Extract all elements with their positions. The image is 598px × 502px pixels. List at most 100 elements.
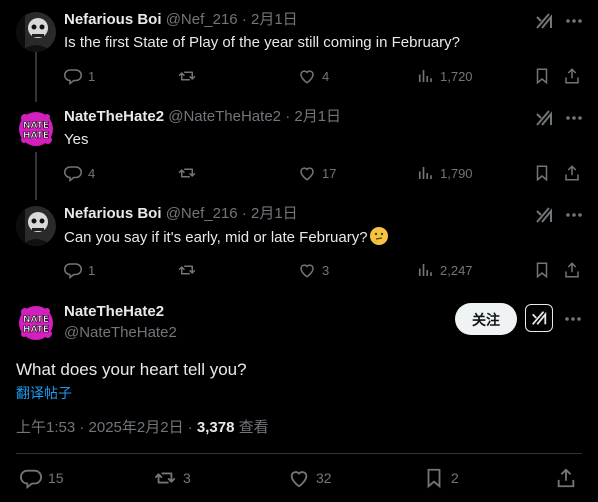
post-date[interactable]: 2月1日: [251, 205, 298, 222]
post-timestamp[interactable]: 上午1:53 · 2025年2月2日 ·: [16, 419, 197, 436]
heart-icon: [300, 167, 314, 181]
thinking-face-icon: [369, 227, 388, 245]
repost-button[interactable]: [177, 65, 203, 87]
views-count: 2,247: [440, 262, 473, 278]
views-button[interactable]: 2,247: [416, 259, 473, 281]
post-date[interactable]: 2月1日: [294, 108, 341, 125]
more-dots-icon[interactable]: [564, 108, 584, 128]
repost-icon: [178, 168, 196, 178]
svg-text:NATE: NATE: [23, 121, 49, 131]
bookmark-icon: [536, 262, 548, 279]
share-button[interactable]: [563, 259, 581, 281]
more-dots-icon[interactable]: [564, 11, 584, 31]
author-handle[interactable]: @Nef_216: [166, 11, 238, 28]
main-author-name[interactable]: NateTheHate2: [64, 302, 164, 322]
post-actions: 4 17 1,790: [64, 162, 582, 184]
avatar[interactable]: NATE HATE: [16, 303, 56, 343]
views-chart-icon: [418, 264, 432, 276]
post-header: Nefarious Boi @Nef_216 · 2月1日: [64, 10, 298, 30]
like-count: 17: [322, 165, 337, 181]
views-count: 3,378: [196, 419, 235, 436]
reply-icon: [64, 263, 82, 279]
post-text-content: Can you say if it's early, mid or late F…: [64, 229, 368, 246]
like-button[interactable]: 3: [298, 259, 329, 281]
repost-button[interactable]: 3: [153, 466, 191, 490]
like-count: 3: [322, 262, 330, 278]
avatar[interactable]: [16, 206, 56, 246]
reply-post[interactable]: NATE HATE NateTheHate2 @NateTheHate2 · 2…: [0, 97, 598, 194]
bookmark-count: 2: [451, 470, 459, 486]
post-meta: 上午1:53 · 2025年2月2日 · 3,378 查看: [16, 418, 269, 438]
views-count: 1,790: [440, 165, 473, 181]
post-header: Nefarious Boi @Nef_216 · 2月1日: [64, 204, 298, 224]
main-post-text: What does your heart tell you?: [16, 360, 247, 379]
views-button[interactable]: 1,720: [416, 65, 473, 87]
views-label: 查看: [234, 419, 269, 436]
views-button[interactable]: 1,790: [416, 162, 473, 184]
separator: ·: [285, 108, 291, 125]
share-button[interactable]: [563, 65, 581, 87]
share-button[interactable]: [555, 466, 577, 490]
avatar[interactable]: [16, 12, 56, 52]
reply-button[interactable]: 1: [64, 65, 95, 87]
bookmark-icon: [536, 165, 548, 182]
bookmark-button[interactable]: [533, 162, 551, 184]
post-text: Yes: [64, 131, 89, 148]
reply-button[interactable]: 15: [20, 466, 64, 490]
grok-icon[interactable]: [534, 205, 554, 225]
share-icon: [565, 262, 579, 278]
post-text: Can you say if it's early, mid or late F…: [64, 227, 388, 248]
reply-count: 15: [48, 470, 64, 486]
grok-icon[interactable]: [534, 11, 554, 31]
like-button[interactable]: 17: [298, 162, 336, 184]
reply-post[interactable]: Nefarious Boi @Nef_216 · 2月1日 Is the fir…: [0, 0, 598, 97]
grok-icon[interactable]: [525, 304, 553, 332]
author-name[interactable]: NateTheHate2: [64, 108, 164, 125]
repost-button[interactable]: [177, 162, 203, 184]
like-button[interactable]: 32: [288, 466, 332, 490]
translate-post-link[interactable]: 翻译帖子: [16, 384, 72, 402]
author-handle[interactable]: @Nef_216: [166, 205, 238, 222]
reply-icon: [64, 69, 82, 85]
reply-button[interactable]: 4: [64, 162, 95, 184]
like-button[interactable]: 4: [298, 65, 329, 87]
bookmark-button[interactable]: 2: [423, 466, 459, 490]
follow-button[interactable]: 关注: [455, 303, 517, 335]
like-count: 32: [316, 470, 332, 486]
post-date[interactable]: 2月1日: [251, 11, 298, 28]
post-actions: 1 4 1,720: [64, 65, 582, 87]
views-chart-icon: [418, 70, 432, 82]
divider: [16, 453, 582, 454]
main-author-handle[interactable]: @NateTheHate2: [64, 323, 177, 343]
post-top-icons: [534, 108, 584, 128]
share-icon: [565, 165, 579, 181]
reply-count: 1: [88, 68, 96, 84]
bookmark-button[interactable]: [533, 65, 551, 87]
main-post-actions: 15 3 32 2: [16, 466, 582, 490]
author-handle[interactable]: @NateTheHate2: [168, 108, 281, 125]
bookmark-icon: [427, 468, 441, 489]
repost-icon: [154, 472, 176, 484]
post-header: NateTheHate2 @NateTheHate2 · 2月1日: [64, 107, 341, 127]
grok-icon[interactable]: [534, 108, 554, 128]
post-top-icons: [534, 11, 584, 31]
repost-button[interactable]: [177, 259, 203, 281]
more-dots-icon[interactable]: [563, 309, 583, 329]
author-name[interactable]: Nefarious Boi: [64, 205, 162, 222]
reply-count: 4: [88, 165, 96, 181]
reply-post[interactable]: Nefarious Boi @Nef_216 · 2月1日 Can you sa…: [0, 194, 598, 291]
avatar[interactable]: NATE HATE: [16, 109, 56, 149]
separator: ·: [241, 11, 247, 28]
author-handle[interactable]: @NateTheHate2: [64, 324, 177, 341]
bookmark-button[interactable]: [533, 259, 551, 281]
more-dots-icon[interactable]: [564, 205, 584, 225]
share-button[interactable]: [563, 162, 581, 184]
reply-icon: [20, 469, 42, 489]
repost-count: 3: [183, 470, 191, 486]
author-name[interactable]: NateTheHate2: [64, 303, 164, 320]
author-name[interactable]: Nefarious Boi: [64, 11, 162, 28]
reply-icon: [64, 166, 82, 182]
share-icon: [565, 68, 579, 84]
reply-button[interactable]: 1: [64, 259, 95, 281]
heart-icon: [300, 264, 314, 278]
